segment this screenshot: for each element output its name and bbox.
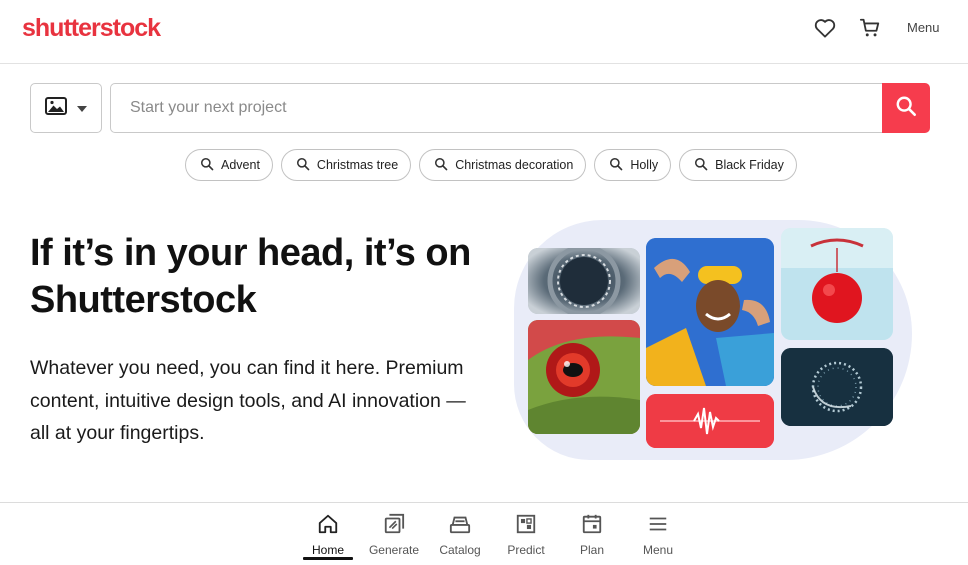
asset-type-select[interactable] [30,83,102,133]
search-icon [694,157,708,174]
catalog-icon [449,513,471,540]
hero-subtitle: Whatever you need, you can find it here.… [30,357,466,444]
heart-icon[interactable] [813,16,837,40]
generate-icon [383,513,405,540]
search-icon [434,157,448,174]
cart-icon[interactable] [858,16,882,40]
particle-swirl-image[interactable] [781,348,893,426]
image-icon [45,96,67,120]
nav-plan-label: Plan [579,543,605,557]
header-menu-link[interactable]: Menu [907,20,940,35]
suggestion-chip-label: Christmas decoration [455,158,574,172]
nav-home[interactable]: Home [295,513,361,557]
suggestion-chip-label: Black Friday [715,158,784,172]
audio-waveform-image[interactable] [646,394,774,448]
portrait-image[interactable] [646,238,774,386]
suggestion-chip-label: Advent [221,158,260,172]
search-icon [200,157,214,174]
suggestion-chip[interactable]: Advent [185,149,273,181]
search-icon [296,157,310,174]
caret-down-icon [77,99,87,117]
search-icon [895,95,917,122]
suggestion-chip[interactable]: Christmas decoration [419,149,587,181]
calendar-icon [581,513,603,540]
nav-catalog[interactable]: Catalog [427,513,493,557]
nav-generate[interactable]: Generate [361,513,427,557]
shutterstock-logo[interactable]: shutterstock [22,14,161,43]
hero-collage [510,212,920,472]
nav-menu[interactable]: Menu [625,513,691,557]
nav-catalog-label: Catalog [439,543,481,557]
search-button[interactable] [882,83,930,133]
frog-image[interactable] [528,320,640,434]
search-input[interactable] [110,83,886,133]
nav-predict[interactable]: Predict [493,513,559,557]
suggestion-chip-label: Christmas tree [316,158,399,172]
bottom-navigation: Home Generate Catalog Predict Plan Menu [0,502,968,565]
home-icon [317,513,339,540]
suggestion-chip[interactable]: Christmas tree [280,149,412,181]
nav-generate-label: Generate [368,543,420,557]
active-tab-indicator [303,557,353,560]
suggestion-chips: Advent Christmas tree Christmas decorati… [185,149,797,181]
top-header: shutterstock Menu [0,0,968,64]
nav-home-label: Home [311,543,344,557]
hamburger-icon [647,513,669,540]
nav-menu-label: Menu [642,543,674,557]
nav-predict-label: Predict [507,543,545,557]
nav-plan[interactable]: Plan [559,513,625,557]
suggestion-chip[interactable]: Holly [594,149,672,181]
search-icon [609,157,623,174]
splash-ball-image[interactable] [781,228,893,340]
suggestion-chip-label: Holly [630,158,659,172]
suggestion-chip[interactable]: Black Friday [679,149,797,181]
predict-icon [515,513,537,540]
hero-title: If it’s in your head, it’s on Shuttersto… [30,232,471,321]
lens-image[interactable] [528,248,640,314]
